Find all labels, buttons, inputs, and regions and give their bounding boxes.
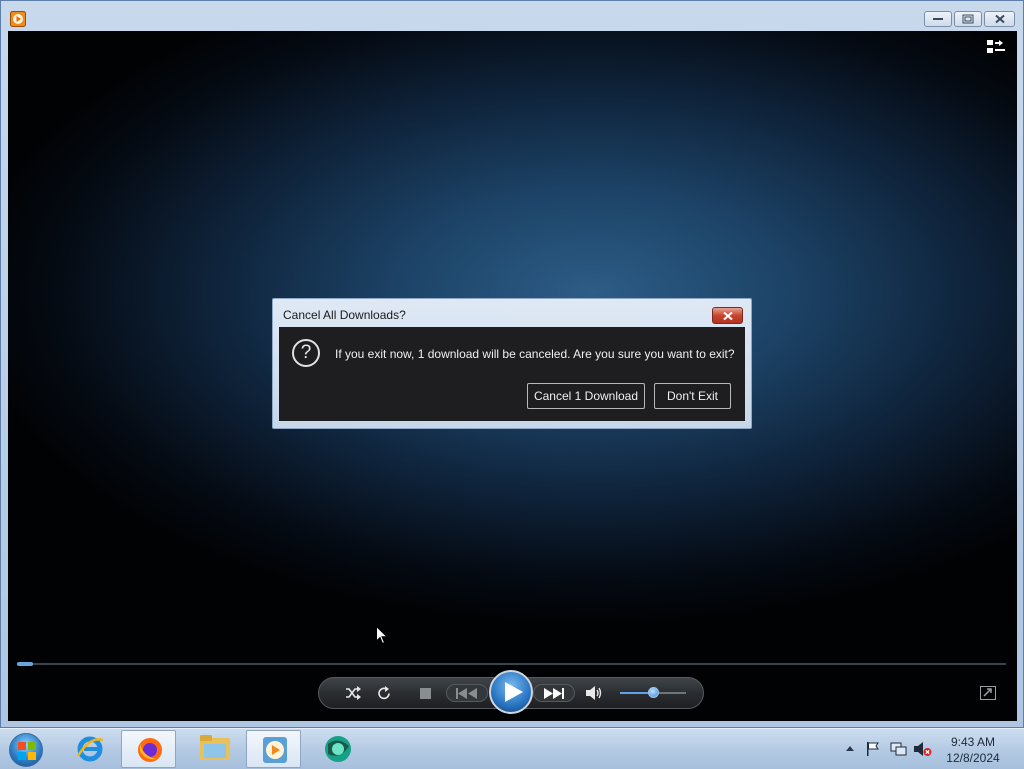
close-button[interactable] bbox=[984, 11, 1015, 27]
firefox-icon bbox=[138, 738, 162, 762]
seek-bar[interactable] bbox=[17, 662, 1006, 666]
previous-button[interactable] bbox=[446, 684, 488, 702]
windows-logo-icon bbox=[18, 742, 36, 760]
green-app-icon bbox=[325, 736, 351, 762]
previous-icon bbox=[456, 688, 477, 699]
close-icon bbox=[722, 311, 733, 320]
volume-icon[interactable] bbox=[586, 686, 603, 700]
clock-date: 12/8/2024 bbox=[946, 751, 1000, 765]
clock-time: 9:43 AM bbox=[950, 735, 996, 749]
minimize-button[interactable] bbox=[924, 11, 952, 27]
close-icon bbox=[994, 14, 1005, 24]
start-button[interactable] bbox=[9, 733, 43, 767]
window-controls bbox=[924, 11, 1015, 27]
switch-layout-icon[interactable] bbox=[987, 40, 1005, 54]
next-button[interactable] bbox=[533, 684, 575, 702]
dialog-message: If you exit now, 1 download will be canc… bbox=[335, 347, 735, 361]
dont-exit-button[interactable]: Don't Exit bbox=[654, 383, 731, 409]
repeat-icon[interactable] bbox=[377, 686, 392, 701]
show-hidden-icons-icon[interactable] bbox=[846, 746, 854, 751]
cancel-download-button[interactable]: Cancel 1 Download bbox=[527, 383, 645, 409]
internet-explorer-icon bbox=[76, 736, 104, 762]
restore-icon bbox=[962, 14, 974, 24]
taskbar-firefox[interactable] bbox=[121, 730, 176, 768]
switch-to-library-icon[interactable] bbox=[980, 686, 996, 700]
system-clock[interactable]: 9:43 AM 12/8/2024 bbox=[940, 734, 1006, 766]
volume-muted-icon[interactable] bbox=[914, 742, 932, 757]
taskbar: 9:43 AM 12/8/2024 bbox=[0, 728, 1024, 769]
taskbar-internet-explorer[interactable] bbox=[62, 730, 117, 768]
dialog-close-button[interactable] bbox=[712, 307, 743, 324]
media-player-icon bbox=[263, 737, 287, 763]
dialog-title: Cancel All Downloads? bbox=[283, 308, 406, 322]
taskbar-app-green[interactable] bbox=[309, 730, 364, 768]
play-icon bbox=[505, 682, 523, 702]
action-center-flag-icon[interactable] bbox=[866, 742, 880, 756]
dialog-body: ? If you exit now, 1 download will be ca… bbox=[279, 327, 745, 421]
minimize-icon bbox=[933, 18, 943, 20]
taskbar-file-explorer[interactable] bbox=[186, 730, 241, 768]
restore-button[interactable] bbox=[954, 11, 982, 27]
play-button[interactable] bbox=[489, 670, 533, 714]
cancel-downloads-dialog: Cancel All Downloads? ? If you exit now,… bbox=[272, 298, 752, 429]
question-icon: ? bbox=[292, 339, 320, 367]
shuffle-icon[interactable] bbox=[345, 686, 361, 700]
media-player-icon[interactable] bbox=[10, 11, 26, 27]
network-icon[interactable] bbox=[890, 742, 907, 757]
taskbar-windows-media-player[interactable] bbox=[246, 730, 301, 768]
folder-icon bbox=[200, 735, 230, 760]
seek-progress bbox=[17, 662, 33, 666]
volume-slider-thumb[interactable] bbox=[648, 687, 659, 698]
mouse-cursor-icon bbox=[376, 626, 388, 645]
stop-icon[interactable] bbox=[420, 688, 431, 699]
next-icon bbox=[544, 688, 564, 699]
